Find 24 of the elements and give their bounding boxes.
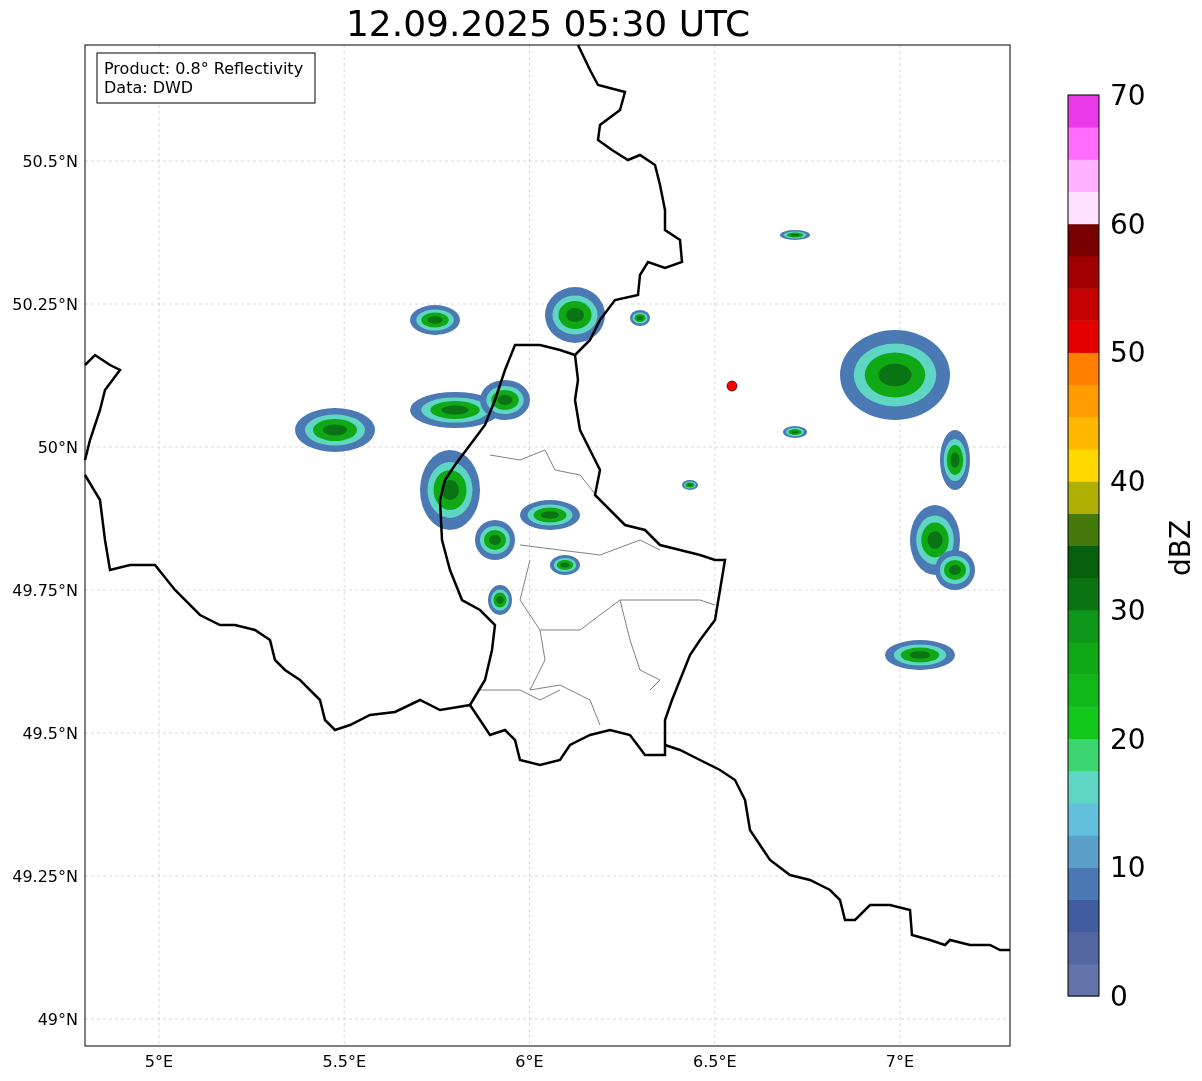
info-text: Product: 0.8° Reflectivity: [104, 59, 304, 78]
colorbar-tick-label: 60: [1110, 207, 1146, 241]
colorbar-tick-label: 0: [1110, 980, 1128, 1013]
axis-tick-label: 49.5°N: [22, 724, 78, 743]
info-text: Data: DWD: [104, 78, 194, 97]
colorbar-tick-label: 70: [1110, 79, 1146, 112]
colorbar-tick-label: 40: [1110, 465, 1146, 499]
axis-tick-label: 7°E: [885, 1052, 915, 1071]
axis-tick-label: 49.25°N: [12, 867, 78, 886]
colorbar-label: dBZ: [1164, 519, 1197, 577]
axis-tick-label: 5°E: [144, 1052, 174, 1071]
axis-tick-label: 6.5°E: [692, 1052, 737, 1071]
colorbar-tick-label: 30: [1110, 593, 1146, 627]
axis-tick-label: 5.5°E: [322, 1052, 367, 1071]
axis-tick-label: 50°N: [37, 438, 78, 457]
axis-tick-label: 49°N: [37, 1010, 78, 1029]
axis-tick-label: 50.25°N: [12, 295, 78, 314]
colorbar-tick-label: 50: [1110, 336, 1146, 370]
chart-title: 12.09.2025 05:30 UTC: [345, 3, 751, 44]
axis-tick-label: 6°E: [515, 1052, 544, 1071]
colorbar-tick-label: 20: [1110, 722, 1146, 756]
axis-tick-label: 50.5°N: [22, 152, 78, 171]
axis-tick-label: 49.75°N: [12, 581, 78, 600]
colorbar-tick-label: 10: [1110, 851, 1146, 885]
